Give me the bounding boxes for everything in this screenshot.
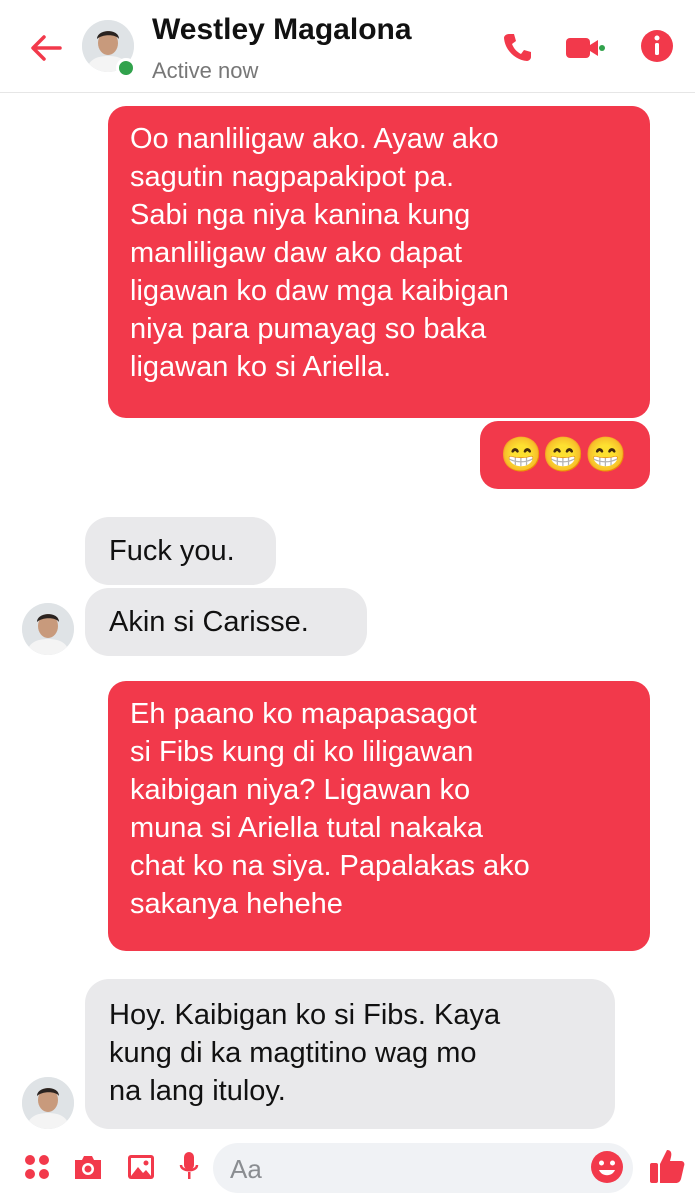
video-camera-icon[interactable] — [565, 34, 605, 67]
phone-icon[interactable] — [500, 30, 534, 69]
image-icon[interactable] — [126, 1152, 156, 1187]
emoji-icon[interactable] — [590, 1150, 624, 1189]
info-icon[interactable] — [640, 29, 674, 68]
back-arrow-icon[interactable] — [26, 28, 66, 68]
received-message-bubble[interactable]: Hoy. Kaibigan ko si Fibs. Kaya kung di k… — [85, 979, 615, 1129]
contact-avatar[interactable] — [22, 1077, 74, 1129]
like-icon[interactable] — [648, 1146, 686, 1191]
message-input-placeholder: Aa — [230, 1154, 262, 1184]
contact-avatar[interactable] — [22, 603, 74, 655]
contact-name[interactable]: Westley Magalona — [152, 13, 412, 47]
menu-dots-icon[interactable] — [22, 1152, 52, 1187]
received-message-bubble[interactable]: Akin si Carisse. — [85, 588, 367, 656]
sent-message-bubble[interactable]: Eh paano ko mapapasagot si Fibs kung di … — [108, 681, 650, 951]
received-message-bubble[interactable]: Fuck you. — [85, 517, 276, 585]
online-indicator — [116, 58, 136, 78]
message-input[interactable]: Aa — [213, 1143, 633, 1193]
active-status: Active now — [152, 58, 259, 83]
sent-emoji-bubble[interactable]: 😁😁😁 — [480, 421, 650, 489]
chat-header: Westley Magalona Active now — [0, 0, 695, 93]
sent-message-bubble[interactable]: Oo nanliligaw ako. Ayaw ako sagutin nagp… — [108, 106, 650, 418]
microphone-icon[interactable] — [178, 1150, 200, 1189]
camera-icon[interactable] — [72, 1152, 104, 1187]
